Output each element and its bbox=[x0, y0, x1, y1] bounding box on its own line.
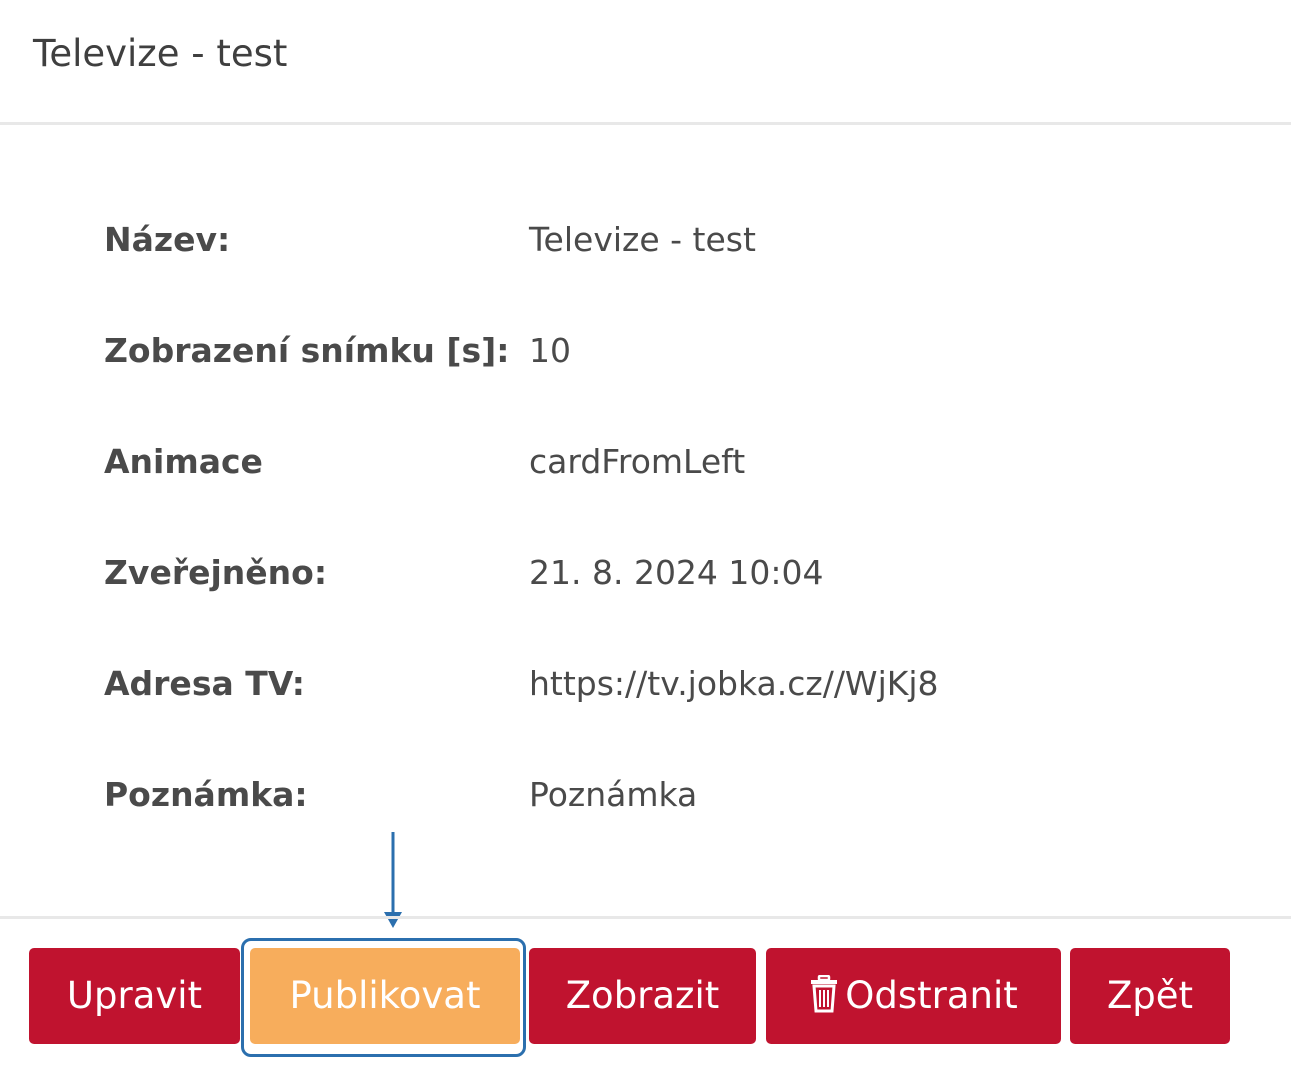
edit-button[interactable]: Upravit bbox=[29, 948, 240, 1044]
view-button[interactable]: Zobrazit bbox=[529, 948, 756, 1044]
back-button[interactable]: Zpět bbox=[1070, 948, 1230, 1044]
divider bbox=[0, 916, 1291, 919]
page-title: Televize - test bbox=[33, 32, 288, 75]
detail-label: Zobrazení snímku [s]: bbox=[104, 331, 510, 370]
detail-row-name: Název: Televize - test bbox=[104, 180, 1204, 291]
detail-label: Poznámka: bbox=[104, 775, 308, 814]
trash-icon bbox=[811, 975, 838, 1013]
detail-label: Adresa TV: bbox=[104, 664, 305, 703]
detail-label: Název: bbox=[104, 220, 231, 259]
detail-value: Poznámka bbox=[529, 775, 698, 814]
page: Televize - test Název: Televize - test Z… bbox=[0, 0, 1291, 1081]
detail-value: Televize - test bbox=[529, 220, 756, 259]
detail-row-animation: Animace cardFromLeft bbox=[104, 402, 1204, 513]
delete-button[interactable]: Odstranit bbox=[766, 948, 1061, 1044]
detail-row-tv-address: Adresa TV: https://tv.jobka.cz//WjKj8 bbox=[104, 624, 1204, 735]
detail-row-slide-duration: Zobrazení snímku [s]: 10 bbox=[104, 291, 1204, 402]
detail-value: cardFromLeft bbox=[529, 442, 746, 481]
detail-row-note: Poznámka: Poznámka bbox=[104, 735, 1204, 846]
detail-value: https://tv.jobka.cz//WjKj8 bbox=[529, 664, 939, 703]
detail-value: 21. 8. 2024 10:04 bbox=[529, 553, 824, 592]
detail-value: 10 bbox=[529, 331, 571, 370]
delete-button-label: Odstranit bbox=[845, 974, 1018, 1017]
detail-label: Animace bbox=[104, 442, 263, 481]
detail-label: Zveřejněno: bbox=[104, 553, 328, 592]
publish-button[interactable]: Publikovat bbox=[250, 948, 520, 1044]
page-header: Televize - test bbox=[0, 0, 1291, 125]
detail-list: Název: Televize - test Zobrazení snímku … bbox=[104, 180, 1204, 846]
detail-row-published: Zveřejněno: 21. 8. 2024 10:04 bbox=[104, 513, 1204, 624]
